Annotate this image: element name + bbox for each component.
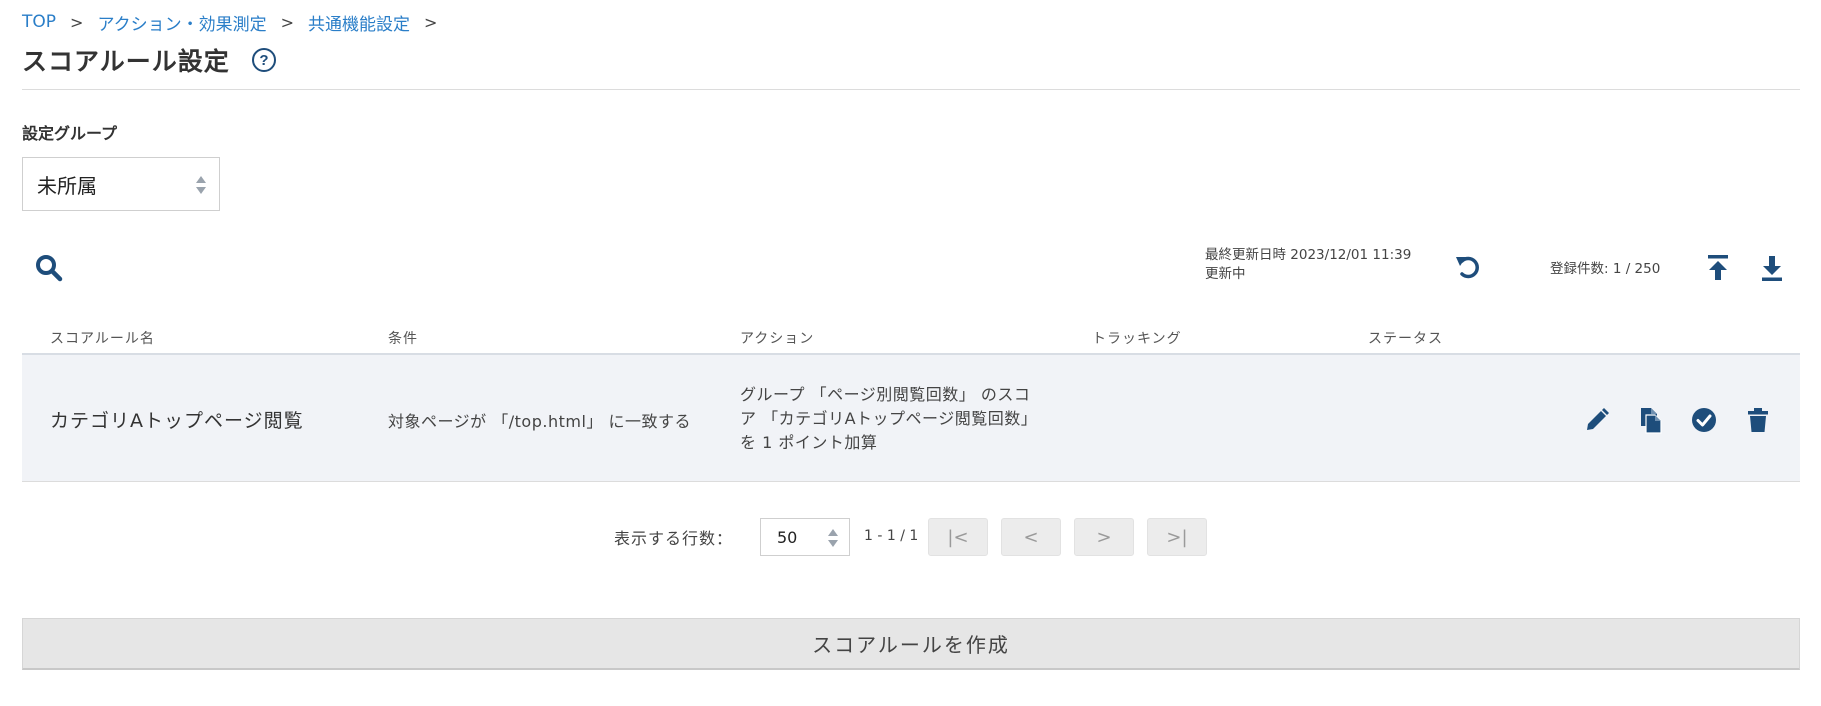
column-header-tracking[interactable]: トラッキング <box>1092 328 1182 348</box>
help-icon[interactable]: ? <box>252 48 276 72</box>
record-count: 登録件数: 1 / 250 <box>1550 261 1661 277</box>
group-select[interactable]: 未所属 <box>22 157 220 211</box>
breadcrumb-top-link[interactable]: TOP <box>22 12 56 32</box>
column-header-name[interactable]: スコアルール名 <box>50 328 155 348</box>
breadcrumb-separator: > <box>280 12 294 32</box>
select-arrows-icon <box>828 529 838 547</box>
last-updated-datetime: 最終更新日時 2023/12/01 11:39 <box>1205 247 1412 263</box>
last-page-button[interactable]: >| <box>1147 518 1207 556</box>
breadcrumb: TOP > アクション・効果測定 > 共通機能設定 > <box>22 10 438 35</box>
search-icon[interactable] <box>34 253 64 283</box>
breadcrumb-separator: > <box>424 12 438 32</box>
group-select-value: 未所属 <box>37 173 97 198</box>
rows-per-page-label: 表示する行数： <box>614 529 734 548</box>
edit-icon[interactable] <box>1583 406 1611 434</box>
group-label: 設定グループ <box>22 124 118 143</box>
breadcrumb-common-link[interactable]: 共通機能設定 <box>308 10 410 35</box>
trash-icon[interactable] <box>1744 406 1772 434</box>
check-circle-icon[interactable] <box>1690 406 1718 434</box>
action-line: を 1 ポイント加算 <box>740 433 878 452</box>
create-score-rule-button[interactable]: スコアルールを作成 <box>22 618 1800 670</box>
prev-page-button[interactable]: < <box>1001 518 1061 556</box>
rule-name-cell: カテゴリAトップページ閲覧 <box>50 410 304 432</box>
title-divider <box>22 89 1800 90</box>
column-header-status[interactable]: ステータス <box>1368 328 1443 348</box>
page-range: 1 - 1 / 1 <box>864 528 919 544</box>
upload-icon[interactable] <box>1705 253 1731 283</box>
download-icon[interactable] <box>1759 253 1785 283</box>
rows-per-page-value: 50 <box>777 527 798 547</box>
row-divider <box>22 481 1800 482</box>
next-page-button[interactable]: > <box>1074 518 1134 556</box>
action-line: ア 「カテゴリAトップページ閲覧回数」 <box>740 409 1038 428</box>
column-header-action[interactable]: アクション <box>740 328 814 348</box>
breadcrumb-action-link[interactable]: アクション・効果測定 <box>97 10 266 35</box>
condition-cell: 対象ページが 「/top.html」 に一致する <box>388 412 691 431</box>
column-header-condition[interactable]: 条件 <box>388 328 418 348</box>
first-page-button[interactable]: |< <box>928 518 988 556</box>
breadcrumb-separator: > <box>70 12 84 32</box>
rows-per-page-select[interactable]: 50 <box>760 518 850 556</box>
copy-icon[interactable] <box>1637 406 1665 434</box>
refresh-icon[interactable] <box>1454 252 1482 280</box>
page-title: スコアルール設定 <box>22 47 230 76</box>
select-arrows-icon <box>196 176 206 194</box>
action-cell: グループ 「ページ別閲覧回数」 のスコ ア 「カテゴリAトップページ閲覧回数」 … <box>740 383 1070 455</box>
last-updated-info: 最終更新日時 2023/12/01 11:39 更新中 <box>1205 246 1411 284</box>
action-line: グループ 「ページ別閲覧回数」 のスコ <box>740 385 1031 404</box>
update-status-text: 更新中 <box>1205 266 1246 282</box>
